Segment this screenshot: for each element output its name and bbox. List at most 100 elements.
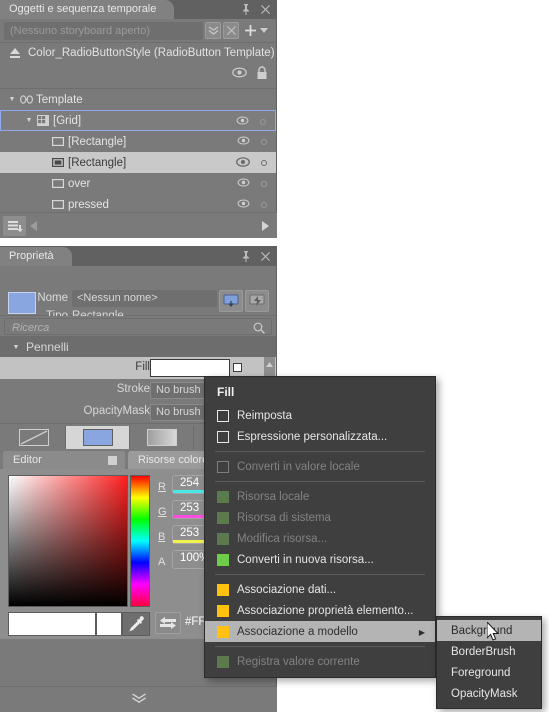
search-input[interactable]: Ricerca xyxy=(4,318,272,335)
properties-toggle-icon[interactable] xyxy=(219,290,243,312)
fill-advanced-marker[interactable] xyxy=(233,363,242,372)
storyboard-combo[interactable]: (Nessuno storyboard aperto) xyxy=(4,21,203,40)
lock-toggle[interactable] xyxy=(261,139,267,145)
menu-item[interactable]: Associazione proprietà elemento... xyxy=(205,600,435,621)
submenu-item[interactable]: BorderBrush xyxy=(437,641,541,662)
rectangle-icon xyxy=(50,137,66,146)
eject-icon[interactable] xyxy=(8,46,22,60)
eye-icon[interactable] xyxy=(237,135,250,149)
submenu-item[interactable]: Foreground xyxy=(437,662,541,683)
search-icon[interactable] xyxy=(253,322,265,337)
name-field[interactable]: <Nessun nome> xyxy=(72,290,217,307)
grid-icon xyxy=(35,115,51,126)
color-square-icon xyxy=(217,583,229,596)
brushes-collapse-arrow[interactable]: ▼ xyxy=(10,344,22,351)
brushes-title: Pennelli xyxy=(26,340,69,354)
eye-icon[interactable] xyxy=(232,66,247,83)
menu-item: Risorsa locale xyxy=(205,486,435,507)
color-preview-old[interactable] xyxy=(96,612,122,636)
rectangle-icon xyxy=(50,179,66,188)
pin-icon[interactable] xyxy=(239,2,252,16)
eye-icon[interactable] xyxy=(237,177,250,191)
tree-expander[interactable]: ▼ xyxy=(23,117,35,124)
close-icon[interactable] xyxy=(259,2,272,16)
tree-row[interactable]: [Rectangle] xyxy=(0,131,276,152)
template-title: Color_RadioButtonStyle (RadioButton Temp… xyxy=(28,47,275,59)
menu-item[interactable]: Associazione dati... xyxy=(205,579,435,600)
properties-header: Nome <Nessun nome> Tipo Rectangle xyxy=(0,266,276,322)
menu-item-label: Associazione dati... xyxy=(237,583,337,596)
triangle-left-icon[interactable] xyxy=(30,221,37,233)
context-menu-items: Reimposta Espressione personalizzata... Co… xyxy=(205,405,435,672)
tab-editor[interactable]: Editor xyxy=(3,451,125,469)
color-square-icon xyxy=(217,553,229,566)
plus-icon[interactable] xyxy=(242,22,258,39)
brush-type-gradient[interactable] xyxy=(130,425,194,449)
color-square-icon xyxy=(217,625,229,638)
channel-r-label: R xyxy=(158,481,166,493)
caret-down-icon[interactable] xyxy=(258,22,270,39)
close-icon[interactable] xyxy=(259,249,272,263)
menu-item[interactable]: Associazione a modello ▶ xyxy=(205,621,435,642)
scroll-up-icon[interactable] xyxy=(266,360,273,369)
objects-panel-tabstrip: Oggetti e sequenza temporale xyxy=(0,0,276,19)
properties-bottom-bar xyxy=(0,686,277,712)
menu-item[interactable]: Converti in nuova risorsa... xyxy=(205,549,435,570)
lock-icon[interactable] xyxy=(256,66,268,83)
lock-toggle[interactable] xyxy=(261,202,267,208)
brush-type-solid-color[interactable] xyxy=(66,425,130,449)
tree-item-label: pressed xyxy=(68,198,109,211)
tab-objects-and-timeline[interactable]: Oggetti e sequenza temporale xyxy=(0,0,175,19)
color-square-icon xyxy=(217,511,229,524)
sv-gradient xyxy=(9,476,127,606)
eye-icon[interactable] xyxy=(236,115,249,129)
events-toggle-icon[interactable] xyxy=(245,290,269,312)
brush-type-no-brush[interactable] xyxy=(2,425,66,449)
triangle-right-icon[interactable] xyxy=(262,221,269,233)
swap-arrows-icon[interactable] xyxy=(155,612,181,634)
tree-expander[interactable]: ▼ xyxy=(6,96,18,103)
brushes-header[interactable]: ▼ Pennelli xyxy=(0,337,276,357)
tree-row[interactable]: [Rectangle] xyxy=(0,152,276,173)
app-window: Oggetti e sequenza temporale (Nessuno st… xyxy=(0,0,549,712)
sv-cursor[interactable] xyxy=(11,478,18,485)
eyedropper-icon[interactable] xyxy=(122,612,150,636)
tree-row[interactable]: ▼ [Grid] xyxy=(0,110,276,131)
name-field-value: <Nessun nome> xyxy=(77,292,158,304)
layers-down-icon[interactable] xyxy=(3,216,26,236)
brush-fill-label: Fill xyxy=(135,361,150,373)
submenu-item[interactable]: OpacityMask xyxy=(437,683,541,704)
close-x-icon[interactable] xyxy=(223,22,239,39)
tree-row[interactable]: ▼ Template xyxy=(0,89,276,110)
fill-context-menu[interactable]: Fill Reimposta Espressione personalizzata… xyxy=(204,376,436,678)
properties-search-row: Ricerca xyxy=(0,316,276,337)
color-square-icon xyxy=(217,490,229,503)
brush-opacitymask-label: OpacityMask xyxy=(83,405,150,417)
menu-item: Risorsa di sistema xyxy=(205,507,435,528)
nome-label: Nome xyxy=(37,292,68,304)
menu-item: Registra valore corrente xyxy=(205,651,435,672)
square-icon[interactable] xyxy=(108,456,117,465)
eye-icon[interactable] xyxy=(237,198,250,212)
tab-properties[interactable]: Proprietà xyxy=(0,247,72,266)
double-chevron-down-icon[interactable] xyxy=(131,693,146,707)
menu-item-label: Reimposta xyxy=(237,409,292,422)
context-menu-title: Fill xyxy=(217,385,235,399)
chevron-right-icon: ▶ xyxy=(418,628,425,637)
checkbox-icon xyxy=(217,409,229,422)
pin-icon[interactable] xyxy=(239,249,252,263)
fill-color-swatch[interactable] xyxy=(150,359,230,377)
menu-item[interactable]: Reimposta xyxy=(205,405,435,426)
eye-icon[interactable] xyxy=(236,156,250,171)
saturation-value-picker[interactable] xyxy=(8,475,128,607)
tree-row[interactable]: over xyxy=(0,173,276,194)
double-chevron-down-icon[interactable] xyxy=(205,22,221,39)
menu-separator xyxy=(215,646,425,647)
menu-item[interactable]: Espressione personalizzata... xyxy=(205,426,435,447)
lock-toggle[interactable] xyxy=(260,119,266,125)
hue-slider[interactable] xyxy=(130,475,150,607)
visual-tree[interactable]: ▼ Template ▼ [Grid] [Rectangle] [Rectangle] ov… xyxy=(0,89,276,215)
lock-toggle[interactable] xyxy=(261,181,267,187)
lock-toggle[interactable] xyxy=(261,160,267,166)
color-preview-new[interactable] xyxy=(8,612,96,636)
